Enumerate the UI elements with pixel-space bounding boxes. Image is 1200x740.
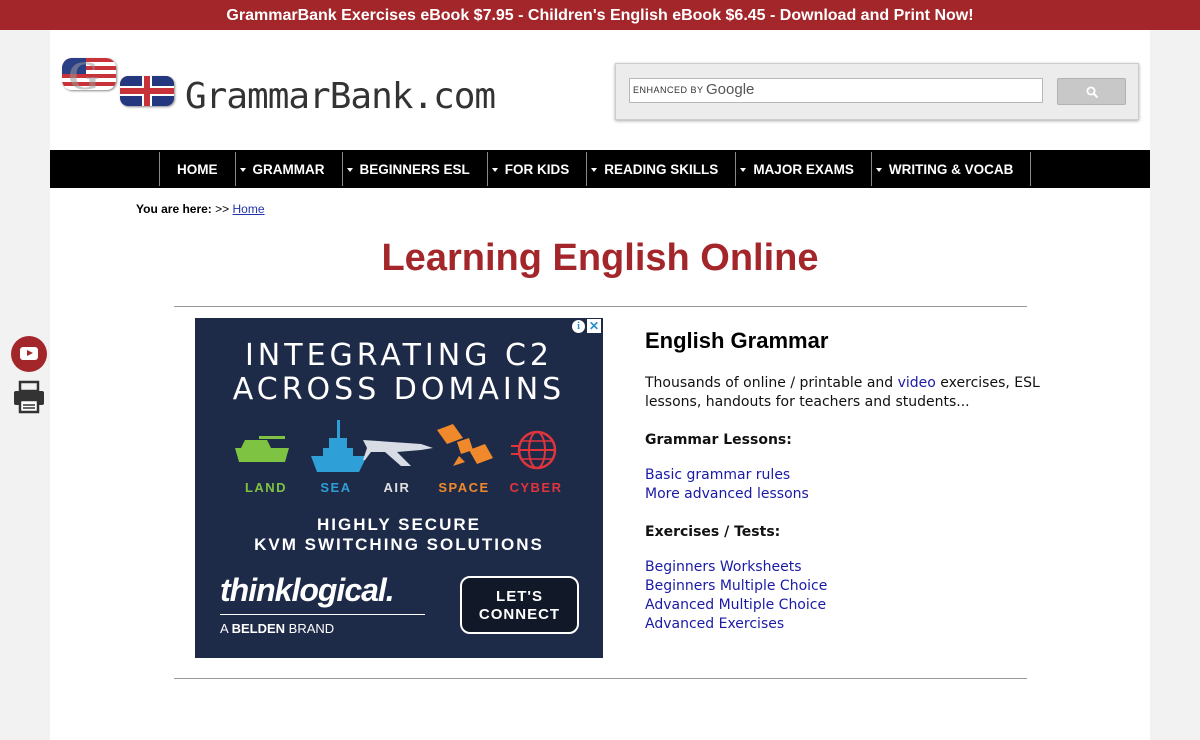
lesson-link-basic[interactable]: Basic grammar rules: [645, 466, 1045, 485]
nav-item-major-exams[interactable]: MAJOR EXAMS: [735, 152, 871, 186]
ad-headline-2: ACROSS DOMAINS: [232, 372, 566, 407]
ad-subhead-1: HIGHLY SECURE: [317, 515, 481, 534]
breadcrumb: You are here: >> Home: [136, 202, 265, 216]
ad-cta-line-2: CONNECT: [478, 606, 561, 623]
nav-item-label: HOME: [177, 161, 218, 177]
ad-cta-line-1: LET'S: [496, 588, 543, 605]
intro-text-start: Thousands of online / printable and: [645, 375, 898, 391]
site-logo[interactable]: G GrammarBank.com: [62, 58, 502, 118]
search-button[interactable]: [1057, 78, 1126, 105]
section-heading: English Grammar: [645, 328, 829, 353]
ad-close-icon[interactable]: ✕: [587, 319, 601, 333]
search-input[interactable]: ENHANCED BY Google: [629, 78, 1043, 103]
nav-item-beginners-esl[interactable]: BEGINNERS ESL: [341, 152, 487, 186]
video-link[interactable]: video: [898, 375, 936, 391]
content-column: English Grammar Thousands of online / pr…: [645, 328, 1045, 634]
us-flag-badge: G: [62, 58, 116, 90]
divider-top: [174, 306, 1027, 307]
ad-brand-divider: [220, 614, 425, 615]
nav-item-label: WRITING & VOCAB: [888, 161, 1014, 177]
ad-cta-button[interactable]: LET'S CONNECT: [460, 576, 579, 634]
ad-brand-sub-suffix: BRAND: [288, 621, 335, 636]
caret-down-icon: [591, 168, 598, 172]
search-google-label: Google: [706, 81, 755, 98]
nav-item-label: BEGINNERS ESL: [359, 161, 470, 177]
exercises-list: Beginners Worksheets Beginners Multiple …: [645, 558, 1045, 634]
search-icon: [1086, 86, 1099, 99]
nav-item-label: MAJOR EXAMS: [753, 161, 854, 177]
ship-icon: [311, 420, 367, 472]
youtube-icon[interactable]: [11, 336, 47, 372]
logo-text: GrammarBank.com: [185, 76, 496, 117]
nav-item-for-kids[interactable]: FOR KIDS: [486, 152, 587, 186]
tank-icon: [235, 436, 289, 462]
caret-down-icon: [491, 168, 498, 172]
ad-domain-sea: SEA: [320, 480, 352, 495]
ad-brand-sub-bold: BELDEN: [231, 621, 286, 636]
divider-bottom: [174, 678, 1027, 679]
lessons-heading: Grammar Lessons:: [645, 432, 792, 448]
breadcrumb-prefix: You are here:: [136, 202, 212, 216]
page-title: Learning English Online: [381, 237, 819, 279]
ad-domain-space: SPACE: [438, 480, 490, 495]
lesson-link-advanced[interactable]: More advanced lessons: [645, 485, 1045, 504]
advertisement[interactable]: i ✕ INTEGRATING C2 ACROSS DOMAINS LAND S…: [195, 318, 603, 658]
exercise-link-beginners-mc[interactable]: Beginners Multiple Choice: [645, 577, 1045, 596]
promo-banner[interactable]: GrammarBank Exercises eBook $7.95 - Chil…: [0, 0, 1200, 30]
ad-brand: thinklogical.: [220, 572, 395, 608]
nav-item-label: GRAMMAR: [252, 161, 325, 177]
nav-item-label: READING SKILLS: [604, 161, 719, 177]
ad-info-icon[interactable]: i: [572, 320, 585, 333]
nav-item-writing-vocab[interactable]: WRITING & VOCAB: [870, 152, 1032, 186]
ad-domain-land: LAND: [244, 480, 288, 495]
printer-icon[interactable]: [12, 380, 46, 414]
jet-icon: [363, 440, 433, 466]
ad-brand-sub-prefix: A: [220, 621, 228, 636]
caret-down-icon: [875, 168, 882, 172]
ad-domain-cyber: CYBER: [509, 480, 563, 495]
nav-item-grammar[interactable]: GRAMMAR: [234, 152, 342, 186]
caret-down-icon: [239, 168, 246, 172]
nav-item-home[interactable]: HOME: [159, 152, 235, 186]
uk-flag-badge: [120, 76, 174, 106]
logo-badge-letter: G: [68, 58, 100, 90]
exercise-link-advanced-exercises[interactable]: Advanced Exercises: [645, 615, 1045, 634]
nav-item-reading-skills[interactable]: READING SKILLS: [586, 152, 735, 186]
breadcrumb-separator: >>: [215, 202, 230, 216]
page-container: G GrammarBank.com ENHANCED BY Google HOM…: [50, 30, 1150, 740]
nav-item-label: FOR KIDS: [504, 161, 570, 177]
lessons-list: Basic grammar rules More advanced lesson…: [645, 466, 1045, 504]
breadcrumb-home-link[interactable]: Home: [233, 202, 265, 216]
main-nav: HOME GRAMMAR BEGINNERS ESL FOR KIDS READING …: [50, 150, 1150, 188]
intro-text: Thousands of online / printable and vide…: [645, 374, 1045, 412]
exercise-link-beginners-worksheets[interactable]: Beginners Worksheets: [645, 558, 1045, 577]
ad-headline-1: INTEGRATING C2: [244, 338, 554, 373]
search-enhanced-label: ENHANCED BY: [633, 85, 704, 95]
caret-down-icon: [740, 168, 747, 172]
search-widget: ENHANCED BY Google: [615, 63, 1139, 120]
ad-subhead-2: KVM SWITCHING SOLUTIONS: [254, 535, 544, 554]
exercises-heading: Exercises / Tests:: [645, 524, 781, 540]
satellite-icon: [437, 424, 493, 466]
ad-domain-air: AIR: [383, 480, 411, 495]
exercise-link-advanced-mc[interactable]: Advanced Multiple Choice: [645, 596, 1045, 615]
cyber-globe-icon: [511, 430, 557, 470]
caret-down-icon: [346, 168, 353, 172]
ad-brand-sub: A BELDEN BRAND: [220, 621, 334, 636]
